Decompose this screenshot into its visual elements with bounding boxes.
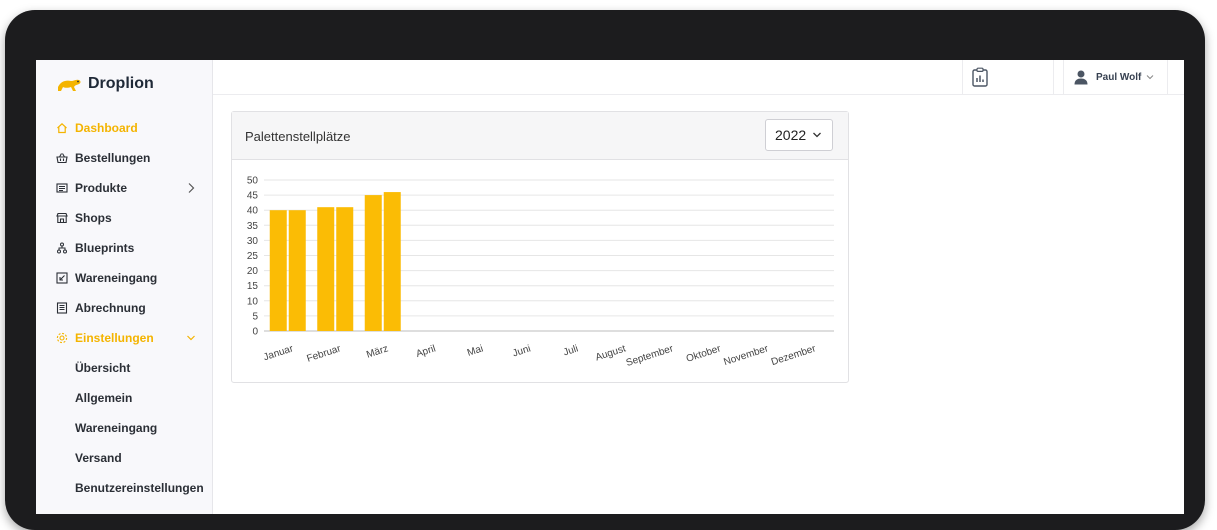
inbox-icon	[56, 272, 68, 284]
x-tick-label: Januar	[262, 343, 295, 363]
x-tick-label: Juli	[562, 343, 580, 358]
y-tick-label: 15	[247, 281, 259, 292]
user-menu[interactable]: Paul Wolf	[1063, 60, 1168, 94]
chevron-down-icon	[1147, 75, 1154, 80]
card-title: Palettenstellplätze	[245, 129, 351, 144]
topbar: Paul Wolf	[213, 60, 1184, 95]
sidebar-item-label: Bestellungen	[75, 151, 151, 165]
sidebar-item-einstellungen[interactable]: Einstellungen	[36, 323, 212, 353]
sidebar-subitem-label: Übersicht	[75, 361, 131, 375]
x-tick-label: Juni	[511, 343, 532, 359]
year-select-value: 2022	[775, 127, 807, 143]
x-tick-label: November	[722, 343, 770, 368]
sidebar-item-wareneingang[interactable]: Wareneingang	[36, 263, 212, 293]
y-tick-label: 25	[247, 251, 259, 262]
sidebar-item-label: Produkte	[75, 181, 128, 195]
x-tick-label: Mai	[466, 343, 485, 358]
sidebar-item-label: Wareneingang	[75, 271, 158, 285]
sidebar-subitem-benutzereinstellungen[interactable]: Benutzereinstellungen	[36, 473, 212, 503]
sidebar-subitem-label: Wareneingang	[75, 421, 158, 435]
sidebar-item-label: Abrechnung	[75, 301, 146, 315]
gear-icon	[56, 332, 68, 344]
sidebar-subitem-label: Benutzereinstellungen	[75, 481, 204, 495]
sidebar-item-bestellungen[interactable]: Bestellungen	[36, 143, 212, 173]
x-tick-label: April	[415, 343, 437, 360]
sidebar-item-produkte[interactable]: Produkte	[36, 173, 212, 203]
pallet-bar-chart: 0 5 10 15 20 25 30 35 40 45 50 Januar Februar März Apr…	[247, 176, 834, 369]
basket-icon	[56, 152, 68, 164]
y-tick-label: 40	[247, 206, 259, 217]
chevron-down-icon	[813, 132, 821, 138]
clipboard-button[interactable]	[962, 60, 1054, 94]
bar	[269, 210, 287, 331]
y-tick-label: 30	[247, 236, 259, 247]
sidebar-item-shops[interactable]: Shops	[36, 203, 212, 233]
user-icon	[1074, 70, 1088, 85]
store-icon	[56, 212, 68, 224]
bar	[336, 207, 354, 331]
y-tick-label: 35	[247, 221, 259, 232]
x-tick-label: August	[594, 343, 627, 363]
lion-logo-icon	[58, 79, 81, 91]
home-icon	[56, 122, 68, 134]
sidebar-subitem-wareneingang[interactable]: Wareneingang	[36, 413, 212, 443]
sidebar-nav: Dashboard Bestellungen Produkte Shops Bl…	[36, 113, 212, 503]
app-screen: Droplion Dashboard Bestellungen Produkte…	[36, 60, 1184, 514]
bar	[317, 207, 335, 331]
hierarchy-icon	[56, 242, 68, 254]
chevron-right-icon	[188, 183, 195, 193]
sidebar-item-abrechnung[interactable]: Abrechnung	[36, 293, 212, 323]
sidebar-item-dashboard[interactable]: Dashboard	[36, 113, 212, 143]
x-tick-label: Oktober	[685, 343, 723, 365]
clipboard-chart-icon	[972, 67, 988, 87]
year-select[interactable]: 2022	[765, 119, 833, 151]
sidebar-item-label: Einstellungen	[75, 331, 154, 345]
y-tick-label: 0	[252, 327, 258, 338]
invoice-icon	[56, 302, 68, 314]
sidebar-subitem-versand[interactable]: Versand	[36, 443, 212, 473]
sidebar-item-label: Shops	[75, 211, 112, 225]
sidebar-subitem-uebersicht[interactable]: Übersicht	[36, 353, 212, 383]
bar	[383, 192, 401, 331]
sidebar-subitem-label: Allgemein	[75, 391, 133, 405]
list-icon	[56, 182, 68, 194]
bar	[288, 210, 306, 331]
sidebar-subitem-label: Versand	[75, 451, 122, 465]
x-tick-label: Februar	[305, 343, 342, 364]
brand[interactable]: Droplion	[56, 73, 154, 95]
card-header: Palettenstellplätze 2022	[232, 112, 848, 160]
brand-name: Droplion	[88, 75, 154, 92]
sidebar-subitem-allgemein[interactable]: Allgemein	[36, 383, 212, 413]
chevron-down-icon	[187, 335, 195, 341]
device-frame: Droplion Dashboard Bestellungen Produkte…	[5, 10, 1205, 530]
y-tick-label: 45	[247, 191, 259, 202]
sidebar-item-label: Dashboard	[75, 121, 138, 135]
x-tick-label: Dezember	[770, 343, 818, 368]
y-tick-label: 20	[247, 266, 259, 277]
bar	[364, 195, 382, 331]
y-tick-label: 5	[252, 311, 258, 322]
x-tick-label: September	[625, 343, 676, 369]
user-name: Paul Wolf	[1096, 71, 1142, 83]
sidebar-item-label: Blueprints	[75, 241, 135, 255]
x-tick-label: März	[365, 343, 390, 360]
sidebar: Droplion Dashboard Bestellungen Produkte…	[36, 60, 213, 514]
sidebar-item-blueprints[interactable]: Blueprints	[36, 233, 212, 263]
pallet-card: Palettenstellplätze 2022 0 5 10 15 20 25 30 35 4…	[231, 111, 849, 383]
y-tick-label: 10	[247, 296, 259, 307]
y-tick-label: 50	[247, 176, 259, 187]
